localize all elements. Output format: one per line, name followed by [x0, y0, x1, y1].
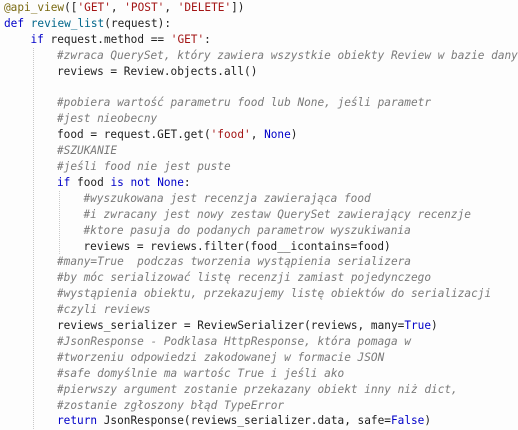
code-token: request.method ==: [43, 32, 171, 46]
code-line: #jeśli food nie jest puste: [57, 159, 231, 175]
code-line: reviews_serializer = ReviewSerializer(re…: [57, 318, 438, 334]
code-token: #zostanie zgłoszony błąd TypeError: [57, 398, 285, 412]
code-token: :: [183, 175, 191, 189]
code-line: return JsonResponse(reviews_serializer.d…: [57, 413, 431, 429]
indent-guide: [59, 190, 60, 255]
code-token: @api_view: [4, 1, 65, 14]
indent-guide: [32, 47, 34, 430]
code-token: #wyszukowana jest recenzja zawierająca f…: [83, 191, 371, 205]
code-token: None: [264, 128, 291, 142]
code-token: 'GET': [77, 1, 111, 14]
code-line: #SZUKANIE: [57, 143, 117, 159]
code-token: if: [30, 32, 44, 46]
code-line: #pobiera wartość parametru food lub None…: [57, 95, 431, 111]
code-line: #many=True podczas tworzenia wystąpienia…: [57, 254, 411, 270]
code-token: ]): [231, 1, 245, 14]
code-line: #zostanie zgłoszony błąd TypeError: [57, 398, 284, 414]
code-token: ,: [250, 128, 265, 142]
code-token: True: [404, 319, 432, 332]
code-token: return: [57, 414, 98, 428]
code-line: #i zwracany jest nowy zestaw QuerySet za…: [84, 207, 471, 223]
code-token: 'food': [210, 128, 251, 142]
code-token: :: [204, 32, 211, 46]
code-line: if food is not None:: [57, 175, 191, 191]
code-token: #many=True podczas tworzenia wystąpienia…: [57, 255, 411, 269]
code-token: #tworzeniu odpowiedzi zakodowanej w form…: [57, 350, 385, 364]
code-token: #jest nieobecny: [57, 112, 158, 126]
code-token: None: [157, 175, 184, 189]
code-line: food = request.GET.get('food', None): [57, 127, 297, 143]
code-token: ): [424, 414, 432, 428]
code-token: 'DELETE': [177, 1, 232, 14]
code-line: #safe domyślnie ma wartośc True i jeśli …: [57, 366, 344, 382]
code-token: #JsonResponse - Podklasa HttpResponse, k…: [57, 334, 411, 348]
code-line: #wyszukowana jest recenzja zawierająca f…: [84, 191, 371, 207]
code-token: reviews_serializer = ReviewSerializer(re…: [57, 319, 405, 332]
code-token: ): [431, 319, 438, 332]
code-token: 'GET': [170, 32, 205, 46]
code-token: #pobiera wartość parametru food lub None…: [57, 96, 432, 110]
code-token: is not: [110, 175, 151, 189]
code-line: reviews = reviews.filter(food__icontains…: [84, 239, 391, 255]
code-line: #pierwszy argument zostanie przekazany o…: [57, 382, 458, 398]
code-token: ,: [110, 1, 125, 14]
code-token: 'POST': [124, 1, 165, 14]
code-line: #czyli reviews: [57, 302, 151, 318]
code-line: #jest nieobecny: [57, 111, 157, 127]
code-line: #zwraca QuerySet, który zawiera wszystki…: [57, 48, 518, 64]
code-token: #safe domyślnie ma wartośc True i jeśli …: [57, 366, 345, 380]
code-token: review_list: [30, 16, 105, 30]
code-line: if request.method == 'GET':: [31, 32, 211, 48]
code-token: ([: [64, 1, 78, 14]
code-token: #jeśli food nie jest puste: [57, 160, 231, 173]
code-token: #zwraca QuerySet, który zawiera wszystki…: [57, 48, 518, 62]
code-token: ): [290, 128, 298, 142]
code-line: #wystąpienia obiektu, przekazujemy listę…: [57, 286, 491, 302]
code-token: ,: [164, 1, 178, 14]
code-token: #czyli reviews: [57, 303, 151, 317]
code-token: food = request.GET.get(: [57, 128, 211, 142]
code-line: @api_view(['GET', 'POST', 'DELETE']): [4, 0, 244, 16]
code-token: False: [390, 414, 425, 428]
code-editor[interactable]: @api_view(['GET', 'POST', 'DELETE']) def …: [0, 0, 518, 430]
code-token: reviews = reviews.filter(food__icontains…: [83, 239, 391, 253]
code-token: reviews = Review.objects.all(): [57, 64, 258, 78]
code-token: #by móc serializować listę recenzji zami…: [57, 271, 432, 285]
code-token: food: [70, 175, 111, 189]
code-line: reviews = Review.objects.all(): [57, 64, 257, 80]
code-token: #pierwszy argument zostanie przekazany o…: [57, 382, 458, 396]
code-token: #ktore pasuja do podanych parametrow wys…: [83, 223, 411, 237]
code-token: JsonResponse(reviews_serializer.data, sa…: [97, 414, 391, 428]
code-line: def review_list(request):: [4, 16, 171, 32]
code-token: #i zwracany jest nowy zestaw QuerySet za…: [83, 207, 471, 221]
code-token: (request):: [104, 16, 172, 30]
code-token: #SZUKANIE: [57, 144, 118, 158]
code-line: #by móc serializować listę recenzji zami…: [57, 270, 431, 286]
code-line: #ktore pasuja do podanych parametrow wys…: [84, 223, 411, 239]
code-token: def: [4, 16, 25, 30]
code-line: #tworzeniu odpowiedzi zakodowanej w form…: [57, 350, 384, 366]
code-token: if: [57, 175, 71, 189]
code-token: #wystąpienia obiektu, przekazujemy listę…: [57, 287, 492, 301]
code-line: #JsonResponse - Podklasa HttpResponse, k…: [57, 334, 411, 350]
